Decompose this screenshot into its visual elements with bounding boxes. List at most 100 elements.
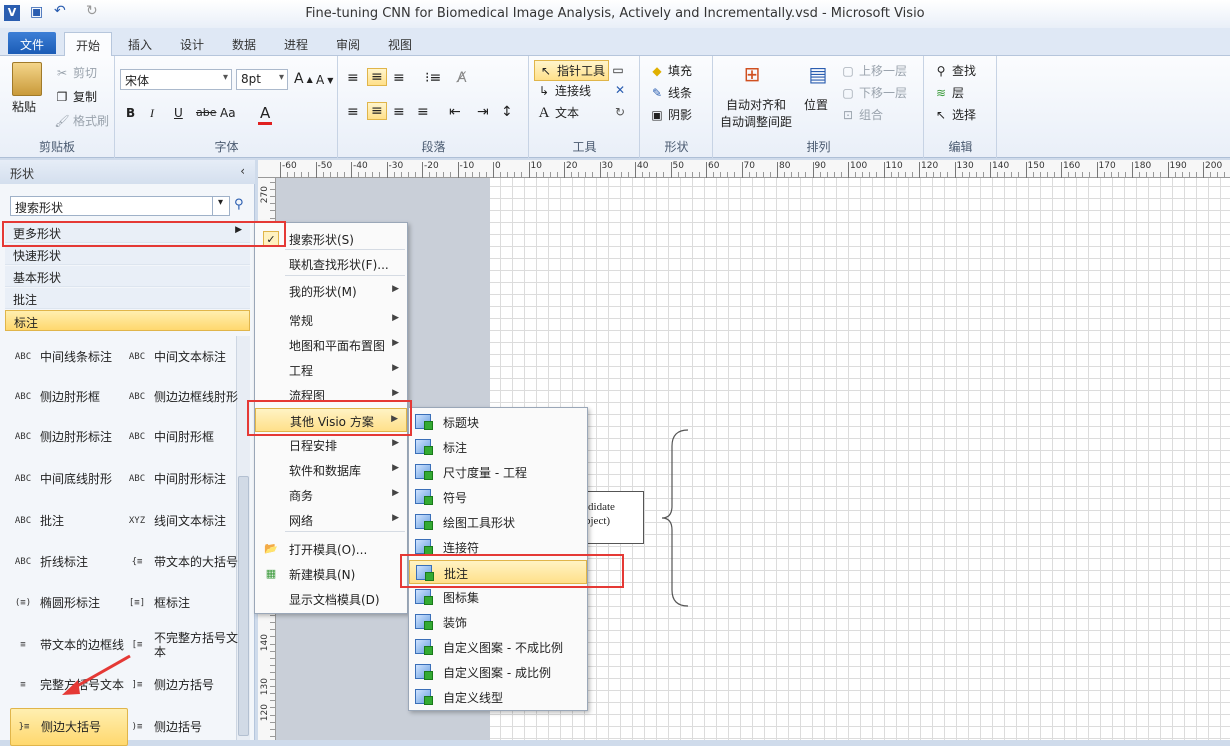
submenu-item[interactable]: 标题块 [409,410,587,434]
shape-item[interactable]: )≡ 侧边括号 [124,708,242,746]
stencil-annotations[interactable]: 批注 [5,288,250,309]
tab-design[interactable]: 设计 [172,32,212,56]
copy-button[interactable]: ❐ 复制 [54,88,97,105]
bring-forward-button[interactable]: ▢ 上移一层 [840,62,907,79]
shape-item[interactable]: ABC 折线标注 [10,543,128,581]
shape-item[interactable]: XYZ 线间文本标注 [124,502,242,540]
cut-button[interactable]: ✂ 剪切 [54,64,97,81]
grow-font-button[interactable]: A ▲ [294,71,313,87]
decrease-indent-button[interactable]: ⇤ [449,104,461,120]
submenu-item[interactable]: 连接符 [409,535,587,559]
submenu-item[interactable]: 批注 [409,560,587,584]
align-right-button[interactable]: ≡ [393,104,405,120]
stencil-quick-shapes[interactable]: 快速形状 [5,244,250,265]
pointer-tool-button[interactable]: ↖ 指针工具 [534,60,610,81]
select-button[interactable]: ↖ 选择 [933,106,976,123]
strikethrough-button[interactable]: abe [196,106,217,119]
submenu-item[interactable]: 绘图工具形状 [409,510,587,534]
menu-item[interactable]: 我的形状(M) ▶ [255,279,407,303]
paragraph-spacing-button[interactable]: ↕ [501,104,513,120]
rectangle-tool-button[interactable]: ▭ [610,62,626,78]
align-middle-button[interactable]: ≡ [367,68,387,86]
shape-item[interactable]: ABC 侧边肘形标注 [10,418,128,456]
shrink-font-button[interactable]: A ▼ [316,73,333,87]
menu-item[interactable]: 日程安排 ▶ [255,433,407,457]
shape-item[interactable]: {≡ 带文本的大括号 [124,543,242,581]
submenu-item[interactable]: 装饰 [409,610,587,634]
submenu-item[interactable]: 符号 [409,485,587,509]
submenu-item[interactable]: 尺寸度量 - 工程 [409,460,587,484]
stencil-more-shapes[interactable]: 更多形状 ▶ [5,222,250,243]
tab-data[interactable]: 数据 [224,32,264,56]
submenu-item[interactable]: 图标集 [409,585,587,609]
menu-item[interactable]: 软件和数据库 ▶ [255,458,407,482]
menu-item[interactable]: 流程图 ▶ [255,383,407,407]
rotate-tool-button[interactable]: ↻ [612,104,628,120]
shape-item[interactable]: ABC 批注 [10,502,128,540]
tab-view[interactable]: 视图 [380,32,420,56]
position-button[interactable]: 位置 [804,96,828,113]
find-button[interactable]: ⚲ 查找 [933,62,976,79]
align-left-button[interactable]: ≡ [347,104,359,120]
stencil-basic-shapes[interactable]: 基本形状 [5,266,250,287]
bullets-button[interactable]: ⁝≡ [425,70,441,86]
menu-item[interactable]: 搜索形状(S) ✓ [255,227,407,251]
send-backward-button[interactable]: ▢ 下移一层 [840,84,907,101]
shape-item[interactable]: ABC 中间底线肘形 [10,460,128,498]
change-case-button[interactable]: Aa [220,106,236,120]
font-family-select[interactable]: 宋体 [120,69,232,90]
connector-tool-button[interactable]: ↳ 连接线 [536,82,591,99]
font-color-button[interactable]: A [258,104,273,125]
italic-button[interactable]: I [150,106,154,121]
underline-button[interactable]: U [174,106,183,120]
text-direction-button[interactable]: A̸ [457,70,467,86]
fill-button[interactable]: ◆ 填充 [649,62,692,79]
justify-button[interactable]: ≡ [417,104,429,120]
bold-button[interactable]: B [126,106,135,120]
group-button[interactable]: ⊡ 组合 [840,106,883,123]
stencil-callouts[interactable]: 标注 [5,310,250,331]
shape-item[interactable]: (≡) 椭圆形标注 [10,584,128,622]
menu-item[interactable]: 其他 Visio 方案 ▶ [255,408,407,432]
shape-item[interactable]: ABC 中间肘形框 [124,418,242,456]
submenu-item[interactable]: 自定义图案 - 成比例 [409,660,587,684]
collapse-pane-icon[interactable]: ‹ [240,164,245,178]
brace-shape[interactable] [658,428,698,608]
shape-item[interactable]: ABC 中间肘形标注 [124,460,242,498]
shape-item[interactable]: ]≡ 侧边方括号 [124,666,242,704]
menu-item[interactable]: 商务 ▶ [255,483,407,507]
menu-item[interactable]: 联机查找形状(F)... [255,252,407,276]
diagram-box[interactable]: ididate bject) [582,491,644,544]
search-shapes-input[interactable]: 搜索形状 [10,196,230,216]
increase-indent-button[interactable]: ⇥ [477,104,489,120]
menu-item[interactable]: 新建模具(N) ▦ [255,562,407,586]
shape-item[interactable]: [≡ 不完整方括号文本 [124,626,242,664]
shape-item[interactable]: ABC 中间文本标注 [124,338,242,376]
shape-item[interactable]: }≡ 侧边大括号 [10,708,128,746]
tab-review[interactable]: 审阅 [328,32,368,56]
submenu-item[interactable]: 标注 [409,435,587,459]
tab-insert[interactable]: 插入 [120,32,160,56]
shape-item[interactable]: [≡] 框标注 [124,584,242,622]
menu-item[interactable]: 网络 ▶ [255,508,407,532]
shape-item[interactable]: ABC 侧边肘形框 [10,378,128,416]
font-size-select[interactable]: 8pt [236,69,288,90]
drawing-page[interactable]: ididate bject) [490,178,1230,740]
tab-home[interactable]: 开始 [64,32,112,56]
paste-icon[interactable] [12,62,42,96]
text-tool-button[interactable]: A 文本 [536,104,579,121]
format-painter-button[interactable]: 🖌 格式刷 [54,112,109,129]
menu-item[interactable]: 地图和平面布置图 ▶ [255,333,407,357]
align-center-button[interactable]: ≡ [367,102,387,120]
line-button[interactable]: ✎ 线条 [649,84,692,101]
auto-align-button[interactable]: 自动对齐和 [726,96,786,113]
search-icon[interactable]: ⚲ [234,197,244,212]
auto-space-button[interactable]: 自动调整间距 [720,113,792,130]
connection-point-button[interactable]: ✕ [612,82,628,98]
tab-file[interactable]: 文件 [8,32,56,54]
align-top-button[interactable]: ≡ [347,70,359,86]
shape-item[interactable]: ABC 侧边边框线肘形 [124,378,242,416]
menu-item[interactable]: 工程 ▶ [255,358,407,382]
search-dropdown-icon[interactable]: ▾ [212,197,228,215]
menu-item[interactable]: 常规 ▶ [255,308,407,332]
